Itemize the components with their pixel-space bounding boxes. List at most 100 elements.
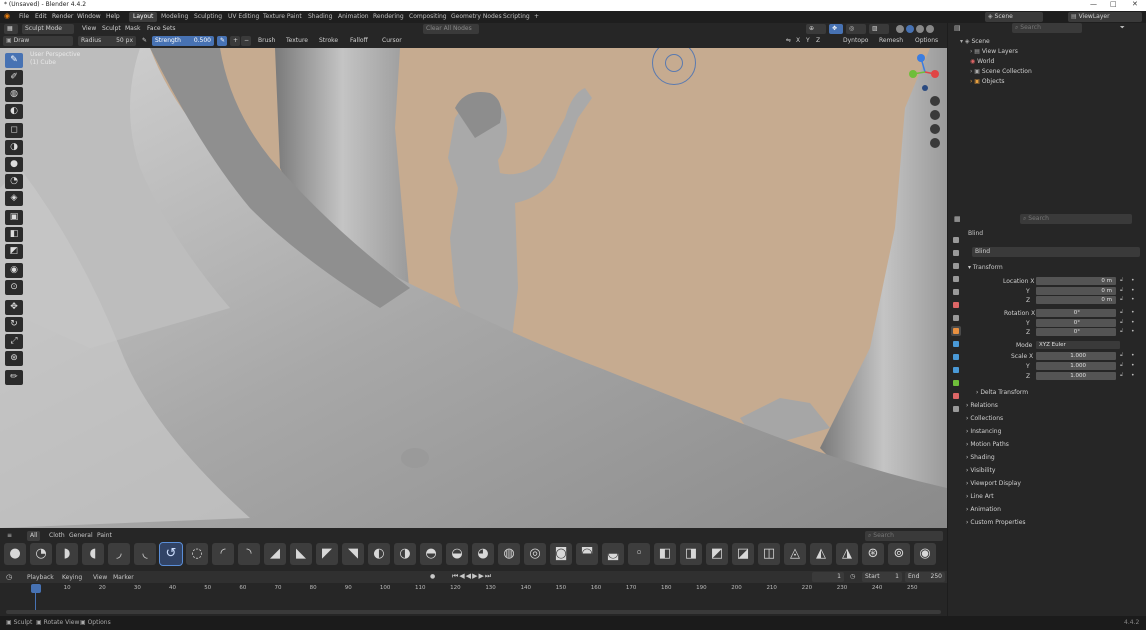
brush-asset-icon[interactable]: ◪ bbox=[732, 543, 754, 565]
lock-icon[interactable]: 🔓︎ bbox=[1120, 296, 1123, 302]
lock-icon[interactable]: 🔓︎ bbox=[1120, 277, 1123, 283]
brush-asset-icon[interactable]: ◔ bbox=[30, 543, 52, 565]
asset-tab-paint[interactable]: Paint bbox=[97, 532, 112, 539]
data-tab-icon[interactable] bbox=[951, 391, 961, 401]
collection-tab-icon[interactable] bbox=[951, 313, 961, 323]
shading-modes[interactable] bbox=[893, 24, 943, 34]
scale-x-field[interactable]: 1.000 bbox=[1036, 352, 1116, 360]
object-name-field[interactable]: Blind bbox=[972, 247, 1140, 257]
view-layer-selector[interactable]: ▤ ViewLayer bbox=[1068, 12, 1142, 22]
mode-selector[interactable]: Sculpt Mode bbox=[22, 24, 74, 34]
axis-x-toggle[interactable]: X bbox=[793, 36, 803, 46]
direction-subtract-button[interactable]: − bbox=[241, 36, 251, 46]
asset-tab-general[interactable]: General bbox=[69, 532, 93, 539]
brush-asset-icon[interactable]: ◍ bbox=[498, 543, 520, 565]
menu-face-sets[interactable]: Face Sets bbox=[144, 24, 178, 34]
editor-type-icon[interactable]: ▦ bbox=[4, 24, 18, 34]
keying-menu[interactable]: Keying bbox=[62, 574, 82, 581]
timeline-ruler[interactable]: 1102030405060708090100110120130140150160… bbox=[0, 583, 947, 613]
properties-section-instancing[interactable]: › Instancing bbox=[966, 428, 1001, 435]
menu-sculpt[interactable]: Sculpt bbox=[99, 24, 124, 34]
brush-asset-icon[interactable]: ◧ bbox=[654, 543, 676, 565]
properties-section-visibility[interactable]: › Visibility bbox=[966, 467, 995, 474]
brush-asset-icon[interactable]: ◕ bbox=[472, 543, 494, 565]
falloff-menu[interactable]: Falloff bbox=[347, 36, 371, 46]
clay-strips-icon[interactable]: ◐ bbox=[5, 104, 23, 119]
clay-icon[interactable]: ◍ bbox=[5, 87, 23, 102]
keyframe-dot-icon[interactable]: • bbox=[1131, 328, 1135, 335]
gizmo-toggle-icon[interactable]: ✥ bbox=[829, 24, 843, 34]
draw-brush-icon[interactable]: ✎ bbox=[5, 53, 23, 68]
brush-asset-icon[interactable]: ◟ bbox=[134, 543, 156, 565]
modifiers-tab-icon[interactable] bbox=[951, 339, 961, 349]
keyframe-dot-icon[interactable]: • bbox=[1131, 287, 1135, 294]
lock-icon[interactable]: 🔓︎ bbox=[1120, 287, 1123, 293]
axis-y-icon[interactable] bbox=[909, 70, 917, 78]
inflate-icon[interactable]: ◑ bbox=[5, 140, 23, 155]
overlay-toggle-icon[interactable]: ◎ bbox=[846, 24, 866, 34]
outliner-search-input[interactable]: ⌕ Search bbox=[1012, 23, 1082, 33]
rotate-tool-icon[interactable]: ↻ bbox=[5, 317, 23, 332]
tab-sculpting[interactable]: Sculpting bbox=[190, 12, 226, 22]
rotation-x-field[interactable]: 0° bbox=[1036, 309, 1116, 317]
keyframe-dot-icon[interactable]: • bbox=[1131, 352, 1135, 359]
location-y-field[interactable]: 0 m bbox=[1036, 287, 1116, 295]
lock-icon[interactable]: 🔓︎ bbox=[1120, 319, 1123, 325]
blender-logo-icon[interactable]: ◉ bbox=[4, 12, 10, 20]
brush-asset-icon[interactable]: ◝ bbox=[238, 543, 260, 565]
crease-icon[interactable]: ◔ bbox=[5, 174, 23, 189]
preview-range-icon[interactable]: ◷ bbox=[850, 573, 855, 580]
transform-panel-header[interactable]: ▾ Transform bbox=[968, 264, 1003, 271]
render-tab-icon[interactable] bbox=[951, 248, 961, 258]
options-menu[interactable]: Options bbox=[912, 36, 941, 46]
brush-asset-icon[interactable]: ● bbox=[4, 543, 26, 565]
brush-asset-icon[interactable]: ◮ bbox=[836, 543, 858, 565]
axis-z-icon[interactable] bbox=[917, 54, 925, 62]
outliner-item-world[interactable]: ◉ World bbox=[970, 58, 994, 65]
object-tab-icon[interactable] bbox=[951, 326, 961, 336]
solid-shading-icon[interactable] bbox=[906, 25, 914, 33]
brush-asset-icon[interactable]: ◜ bbox=[212, 543, 234, 565]
scale-z-field[interactable]: 1.000 bbox=[1036, 372, 1116, 380]
current-frame-field[interactable]: 1 bbox=[812, 572, 844, 582]
properties-section-custom-properties[interactable]: › Custom Properties bbox=[966, 519, 1026, 526]
keyframe-dot-icon[interactable]: • bbox=[1131, 319, 1135, 326]
constraints-tab-icon[interactable] bbox=[951, 378, 961, 388]
properties-editor-icon[interactable]: ▦ bbox=[954, 215, 961, 223]
brush-selector[interactable]: ▣ Draw bbox=[3, 36, 73, 46]
rotation-mode-select[interactable]: XYZ Euler bbox=[1036, 341, 1120, 349]
brush-asset-icon[interactable]: ◥ bbox=[342, 543, 364, 565]
scene-selector[interactable]: ◈ Scene bbox=[985, 12, 1043, 22]
move-tool-icon[interactable]: ✥ bbox=[5, 300, 23, 315]
menu-edit[interactable]: Edit bbox=[35, 13, 47, 20]
brush-asset-icon[interactable]: ⊚ bbox=[888, 543, 910, 565]
keyframe-dot-icon[interactable]: • bbox=[1131, 362, 1135, 369]
annotate-tool-icon[interactable]: ✏ bbox=[5, 370, 23, 385]
axis-z-toggle[interactable]: Z bbox=[813, 36, 823, 46]
texture-menu[interactable]: Texture bbox=[283, 36, 311, 46]
brush-asset-icon[interactable]: ◢ bbox=[264, 543, 286, 565]
location-z-field[interactable]: 0 m bbox=[1036, 296, 1116, 304]
playhead[interactable] bbox=[31, 584, 41, 593]
properties-section-viewport-display[interactable]: › Viewport Display bbox=[966, 480, 1021, 487]
transform-tool-icon[interactable]: ⊛ bbox=[5, 351, 23, 366]
brush-asset-icon[interactable]: ◨ bbox=[680, 543, 702, 565]
brush-asset-icon[interactable]: ⊛ bbox=[862, 543, 884, 565]
3d-viewport[interactable]: User Perspective (1) Cube bbox=[0, 48, 947, 528]
timeline-editor-icon[interactable]: ◷ bbox=[6, 573, 12, 581]
brush-asset-icon[interactable]: ◑ bbox=[394, 543, 416, 565]
scale-y-field[interactable]: 1.000 bbox=[1036, 362, 1116, 370]
brush-asset-icon[interactable]: ◖ bbox=[82, 543, 104, 565]
brush-asset-icon[interactable]: ◓ bbox=[420, 543, 442, 565]
menu-window[interactable]: Window bbox=[77, 13, 101, 20]
playback-controls[interactable]: ⏮◀◀▶▶⏭ bbox=[452, 572, 492, 581]
particles-tab-icon[interactable] bbox=[951, 352, 961, 362]
maximize-button[interactable]: □ bbox=[1110, 0, 1117, 8]
outliner-editor-icon[interactable]: ▤ bbox=[954, 24, 961, 32]
scrape-icon[interactable]: ◩ bbox=[5, 244, 23, 259]
brush-asset-icon[interactable]: ◫ bbox=[758, 543, 780, 565]
strength-field[interactable]: Strength 0.500 bbox=[152, 36, 214, 46]
layer-icon[interactable]: ◻ bbox=[5, 123, 23, 138]
lock-icon[interactable]: 🔓︎ bbox=[1120, 328, 1123, 334]
lock-icon[interactable]: 🔓︎ bbox=[1120, 372, 1123, 378]
